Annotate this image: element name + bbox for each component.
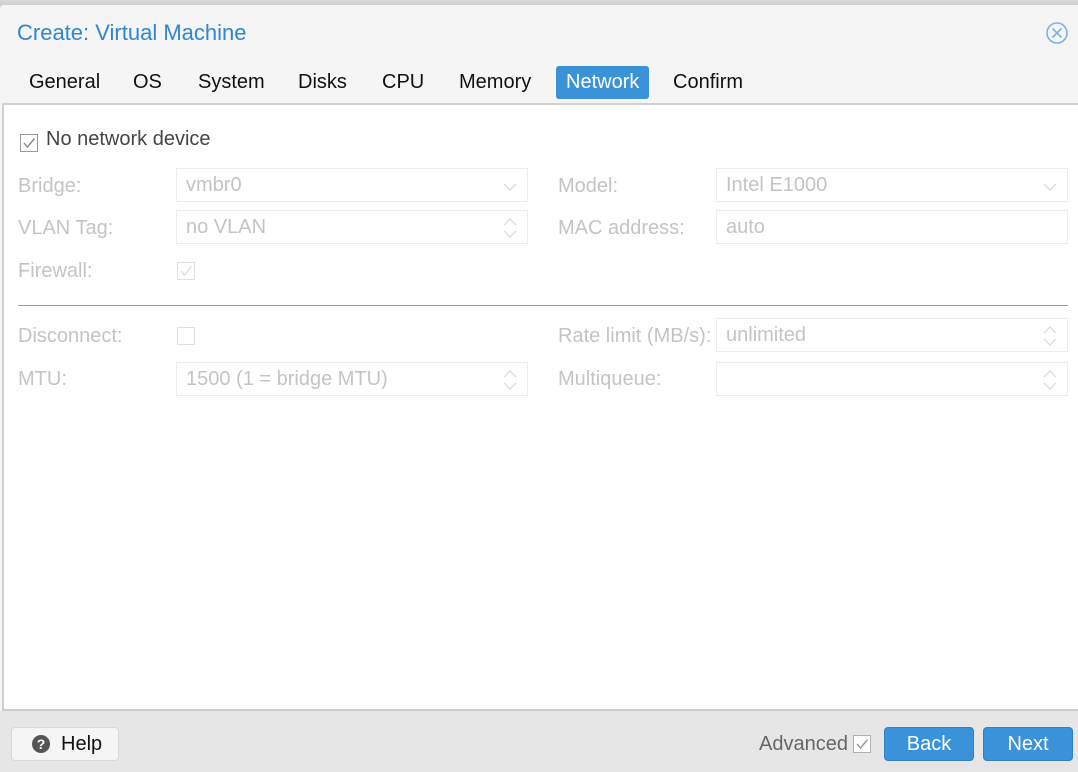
checkmark-icon — [23, 138, 36, 149]
tab-general[interactable]: General — [19, 66, 110, 99]
dialog-footer: ? Help Advanced Back Next — [0, 711, 1078, 772]
tab-network[interactable]: Network — [556, 66, 650, 99]
help-question-icon: ? — [32, 735, 50, 753]
help-button[interactable]: ? Help — [11, 727, 119, 761]
dialog-title: Create: Virtual Machine — [17, 20, 247, 45]
help-button-label: Help — [61, 733, 103, 755]
tab-confirm[interactable]: Confirm — [663, 66, 753, 99]
bridge-value: vmbr0 — [186, 174, 242, 196]
no-network-device-checkbox[interactable] — [20, 134, 38, 152]
multiqueue-spinner[interactable] — [716, 362, 1068, 396]
no-network-device-label: No network device — [46, 128, 211, 150]
vlan-tag-spinner[interactable]: no VLAN — [176, 210, 528, 244]
spinner-arrows-icon — [503, 218, 517, 238]
tab-os[interactable]: OS — [123, 66, 172, 99]
multiqueue-label: Multiqueue: — [558, 368, 662, 390]
rate-limit-value: unlimited — [726, 324, 807, 346]
advanced-label: Advanced — [759, 733, 848, 755]
firewall-checkbox[interactable] — [177, 262, 195, 280]
bridge-label: Bridge: — [18, 175, 82, 197]
disconnect-checkbox[interactable] — [177, 327, 195, 345]
spinner-arrows-icon — [503, 370, 517, 390]
vlan-tag-value: no VLAN — [186, 216, 267, 238]
close-circle-icon — [1046, 22, 1068, 44]
spinner-arrows-icon — [1043, 370, 1057, 390]
disconnect-label: Disconnect: — [18, 325, 123, 347]
mac-address-label: MAC address: — [558, 217, 685, 239]
model-select[interactable]: Intel E1000 — [716, 168, 1068, 202]
chevron-down-icon — [503, 183, 517, 191]
close-button[interactable] — [1046, 22, 1068, 44]
tab-system[interactable]: System — [188, 66, 275, 99]
mtu-value: 1500 (1 = bridge MTU) — [186, 368, 388, 390]
spinner-arrows-icon — [1043, 326, 1057, 346]
mtu-label: MTU: — [18, 368, 67, 390]
checkmark-icon — [856, 739, 869, 750]
model-value: Intel E1000 — [726, 174, 828, 196]
rate-limit-label: Rate limit (MB/s): — [558, 325, 712, 347]
vlan-tag-label: VLAN Tag: — [18, 217, 114, 239]
firewall-label: Firewall: — [18, 260, 93, 282]
wizard-tabs: General OS System Disks CPU Memory Netwo… — [0, 66, 1078, 100]
model-label: Model: — [558, 175, 619, 197]
tab-memory[interactable]: Memory — [449, 66, 541, 99]
tab-disks[interactable]: Disks — [288, 66, 357, 99]
checkmark-icon — [180, 266, 193, 277]
tab-cpu[interactable]: CPU — [372, 66, 434, 99]
mac-address-input[interactable]: auto — [716, 210, 1068, 244]
mac-address-value: auto — [726, 216, 765, 238]
back-button[interactable]: Back — [884, 727, 974, 761]
bridge-select[interactable]: vmbr0 — [176, 168, 528, 202]
mtu-spinner[interactable]: 1500 (1 = bridge MTU) — [176, 362, 528, 396]
advanced-separator — [18, 305, 1068, 306]
advanced-checkbox[interactable] — [853, 735, 871, 753]
next-button[interactable]: Next — [983, 727, 1073, 761]
rate-limit-spinner[interactable]: unlimited — [716, 318, 1068, 352]
chevron-down-icon — [1043, 183, 1057, 191]
